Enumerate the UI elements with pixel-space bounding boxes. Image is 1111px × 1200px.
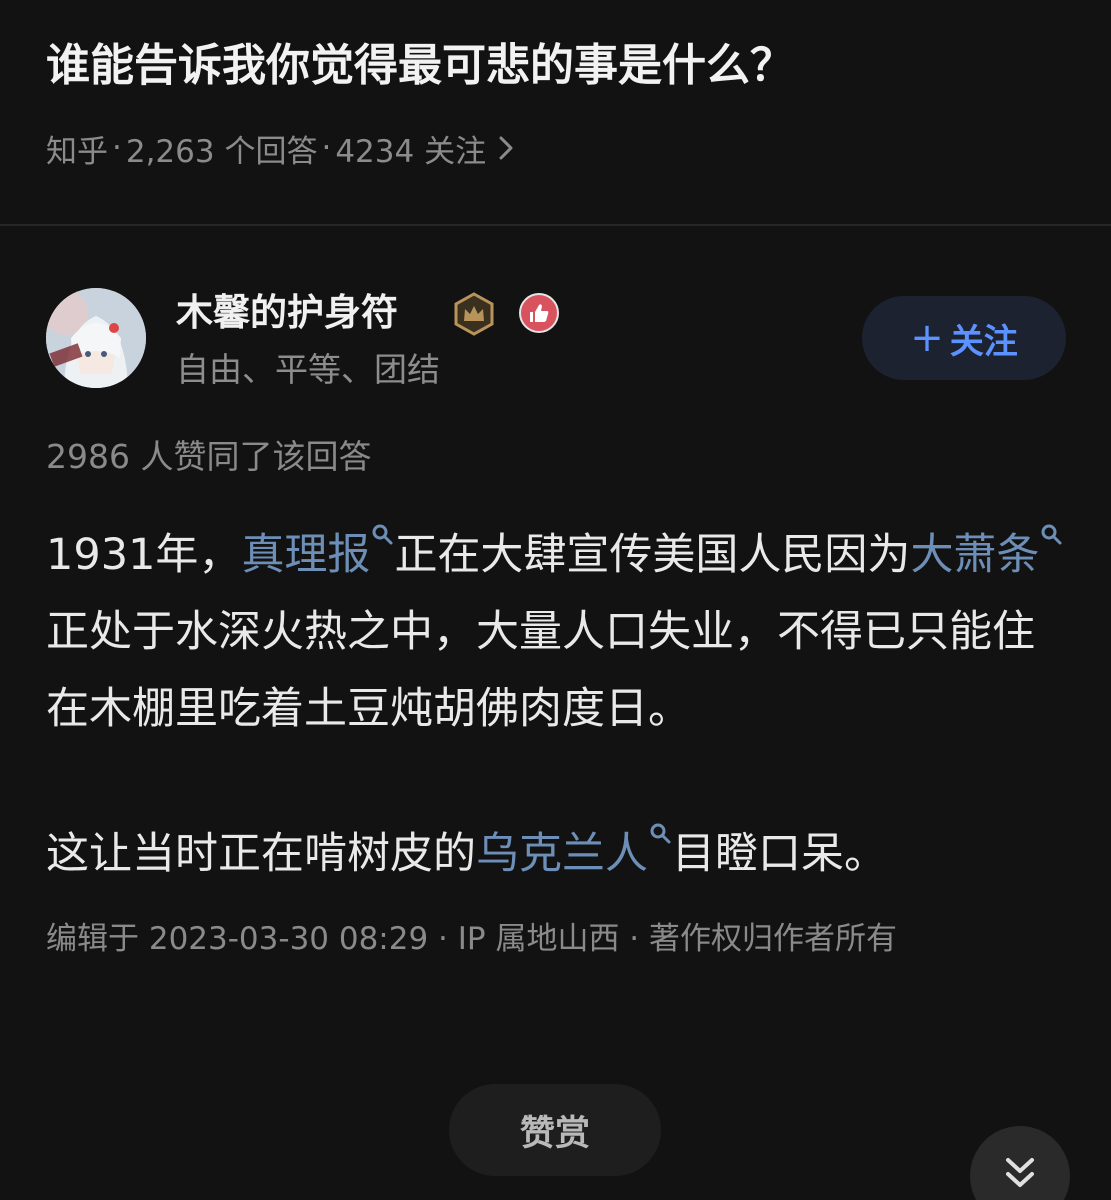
thumbs-up-badge-icon[interactable] [518, 292, 560, 334]
link-text: 大萧条 [910, 530, 1040, 580]
author-name[interactable]: 木馨的护身符 [176, 288, 398, 338]
edit-info: 编辑于 2023-03-30 08:29 · IP 属地山西 · 著作权归作者所… [46, 921, 898, 957]
search-link-great-depression[interactable]: 大萧条 [910, 524, 1063, 580]
search-icon [650, 823, 671, 844]
question-meta[interactable]: 知乎 · 2,263 个回答 · 4234 关注 [46, 126, 514, 170]
meta-separator: · [112, 130, 122, 166]
text-segment: 1931年， [46, 530, 242, 580]
paragraph-1: 1931年，真理报 正在大肆宣传美国人民因为大萧条正处于水深火热之中，大量人口失业… [46, 517, 1066, 748]
text-segment: 这让当时正在啃树皮的 [46, 829, 476, 879]
meta-separator: · [321, 130, 332, 166]
divider [0, 224, 1111, 226]
double-chevron-down-icon [1006, 1158, 1034, 1187]
follow-button[interactable]: + 关注 [862, 296, 1066, 380]
reward-button[interactable]: 赞赏 [449, 1084, 661, 1176]
question-title[interactable]: 谁能告诉我你觉得最可悲的事是什么？ [46, 34, 1076, 98]
chevron-right-icon [498, 135, 514, 161]
text-segment: 正处于水深火热之中，大量人口失业，不得已只能住在木棚里吃着土豆炖胡佛肉度日。 [46, 607, 1035, 734]
link-text: 真理报 [241, 530, 371, 580]
paragraph-2: 这让当时正在啃树皮的乌克兰人 目瞪口呆。 [46, 816, 1066, 893]
scroll-down-button[interactable] [970, 1126, 1070, 1200]
follower-count: 4234 关注 [335, 133, 487, 170]
search-icon [372, 524, 393, 545]
avatar[interactable] [46, 288, 146, 388]
link-text: 乌克兰人 [476, 829, 648, 879]
text-segment: 目瞪口呆。 [672, 829, 887, 879]
author-bio: 自由、平等、团结 [176, 350, 440, 389]
answer-count: 2,263 个回答 [125, 133, 318, 170]
text-segment: 正在大肆宣传美国人民因为 [394, 530, 911, 580]
search-link-pravda[interactable]: 真理报 [241, 524, 394, 580]
source-label: 知乎 [46, 133, 108, 170]
answer-page: 谁能告诉我你觉得最可悲的事是什么？ 知乎 · 2,263 个回答 · 4234 … [0, 0, 1111, 1200]
follow-label: 关注 [949, 321, 1018, 362]
search-link-ukrainians[interactable]: 乌克兰人 [476, 823, 672, 879]
search-icon [1041, 524, 1062, 545]
crown-badge-icon[interactable] [452, 292, 496, 336]
plus-icon: + [910, 315, 944, 361]
vote-count[interactable]: 2986 人赞同了该回答 [46, 434, 371, 480]
answer-body: 1931年，真理报 正在大肆宣传美国人民因为大萧条正处于水深火热之中，大量人口失业… [46, 517, 1066, 961]
